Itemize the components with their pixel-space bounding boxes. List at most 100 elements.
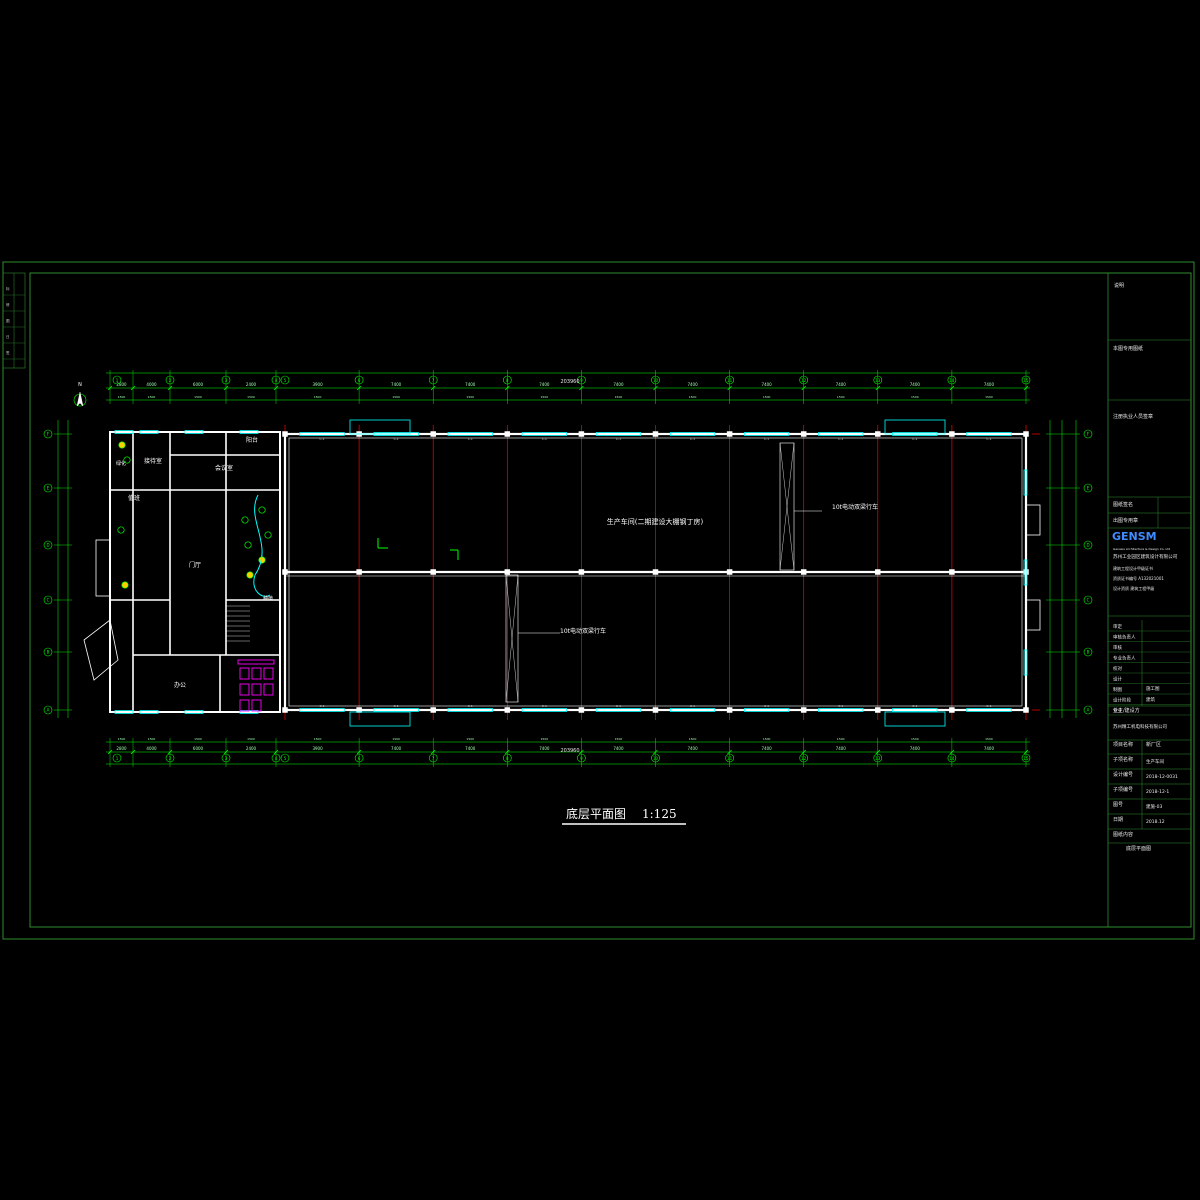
dim-text-bottom: 2400	[246, 746, 257, 751]
column	[430, 431, 436, 437]
axis-label-bottom: 13	[875, 756, 881, 761]
column	[504, 431, 511, 437]
project-label: 项目名称	[1113, 741, 1133, 748]
dim-text-window: 1500	[837, 737, 845, 741]
column	[875, 569, 881, 575]
axis-label-bottom: 1	[116, 756, 119, 761]
loading-door	[884, 419, 946, 435]
drawing-name-label: 图纸内容	[1113, 831, 1133, 838]
column	[430, 707, 436, 713]
toilet-stall	[263, 667, 274, 680]
axis-label-bottom: 3	[225, 756, 228, 761]
dim-text-top: 2400	[246, 382, 257, 387]
north-arrow: N	[73, 382, 87, 407]
dim-text-window: 1500	[247, 737, 255, 741]
dim-text-window: 1500	[911, 737, 919, 741]
window-tag: C-1	[394, 437, 399, 441]
dim-text-top: 7400	[391, 382, 402, 387]
column	[1023, 431, 1029, 437]
tb-role-label: 专业负责人	[1113, 655, 1136, 662]
project-name: 新厂区	[1146, 741, 1161, 748]
total-length-top: 203960	[560, 379, 579, 385]
window-tag: C-1	[912, 437, 917, 441]
reception-label: 接待室	[144, 457, 162, 465]
axis-label-left: E	[47, 486, 50, 491]
toilet-stall	[251, 699, 262, 712]
tb-role-label: 制图	[1113, 686, 1122, 693]
subitem-no: 2018-12-1	[1146, 789, 1169, 795]
window-tag: C-1	[468, 437, 473, 441]
plant-circle	[118, 441, 126, 449]
office-block-outer	[109, 431, 281, 713]
toilet-stall	[251, 667, 262, 680]
dim-text-window: 1500	[689, 395, 697, 399]
column	[430, 569, 436, 575]
subitem-name: 生产车间	[1146, 758, 1164, 765]
window-tag: C-1	[986, 704, 991, 708]
axis-label-bottom: 7	[432, 756, 435, 761]
window-tag: C-1	[764, 704, 769, 708]
axis-label-bottom: 9	[580, 756, 583, 761]
tb-header: 说明	[1114, 282, 1124, 289]
column	[578, 431, 585, 437]
drawing-no: 建施-03	[1146, 803, 1162, 810]
dim-text-window: 1500	[194, 395, 202, 399]
column	[800, 569, 807, 575]
lobby-label: 门厅	[189, 561, 201, 569]
title-block: 说明 本图专用图纸 注册执业人员签章 图纸签名 出图专用章 GENSM Gene…	[1108, 282, 1191, 852]
axis-label-top: 5	[284, 378, 287, 383]
tb-role-label: 设计	[1113, 676, 1122, 683]
axis-label-bottom: 2	[169, 756, 172, 761]
axis-label-bottom: 12	[801, 756, 807, 761]
office-label: 办公	[174, 681, 186, 689]
dim-text-window: 1500	[392, 737, 400, 741]
dim-text-window: 1500	[148, 737, 156, 741]
dim-text-window: 1500	[541, 737, 549, 741]
sheet-frame	[2, 261, 1195, 940]
discipline-value: 建筑	[1146, 696, 1155, 703]
axis-label-left: B	[47, 650, 50, 655]
column	[578, 569, 585, 575]
dim-text-bottom: 7400	[391, 746, 402, 751]
window-tag: C-1	[690, 437, 695, 441]
dim-text-window: 1500	[985, 737, 993, 741]
axis-label-top: 9	[580, 378, 583, 383]
axis-label-right: B	[1087, 650, 1090, 655]
axis-label-top: 1	[116, 378, 119, 383]
margin-text: 签	[6, 350, 10, 355]
dim-text-top: 6000	[193, 382, 204, 387]
dim-text-bottom: 7400	[465, 746, 476, 751]
building-walls	[83, 431, 1041, 713]
margin-text: 图	[6, 319, 10, 323]
dim-text-window: 1500	[541, 395, 549, 399]
dim-text-window: 1500	[148, 395, 156, 399]
dim-text-bottom: 7400	[613, 746, 624, 751]
dim-text-bottom: 7400	[539, 746, 550, 751]
column	[949, 569, 955, 575]
plan-scale: 1:125	[642, 807, 677, 821]
licence-3: 设计资质 建筑工程甲级	[1113, 585, 1154, 591]
meeting-label: 会议室	[215, 464, 233, 472]
axis-label-top: 15	[1023, 378, 1029, 383]
axis-label-bottom: 5	[284, 756, 287, 761]
subitem-no-label: 子项编号	[1113, 786, 1133, 793]
axis-label-bottom: 4	[275, 756, 278, 761]
margin-text: 日	[6, 335, 10, 339]
column	[282, 431, 288, 437]
window-tag: C-1	[764, 437, 769, 441]
column	[949, 431, 955, 437]
north-letter: N	[78, 382, 82, 388]
date-value: 2018.12	[1146, 819, 1165, 825]
toilet-stall	[263, 683, 274, 696]
dim-text-window: 1500	[837, 395, 845, 399]
east-door	[1025, 504, 1041, 536]
axis-label-top: 12	[801, 378, 807, 383]
stage-value: 施工图	[1146, 685, 1160, 692]
dim-text-bottom: 7400	[836, 746, 847, 751]
company-en: Genesis Architecture & Design Co. Ltd	[1113, 547, 1170, 551]
drawing-title: 底层平面图 1:125	[562, 806, 686, 825]
planting-label: 种植	[263, 595, 273, 602]
workshop-label: 生产车间(二期建设大棚钢丁房)	[607, 517, 704, 526]
column	[652, 707, 659, 713]
dim-text-top: 4000	[146, 382, 157, 387]
